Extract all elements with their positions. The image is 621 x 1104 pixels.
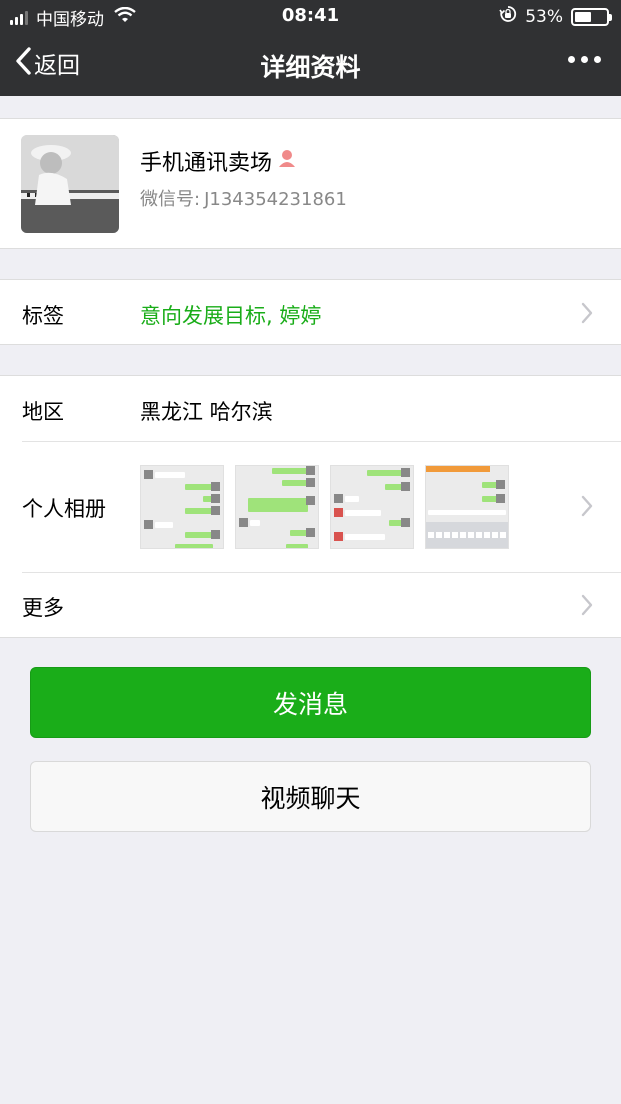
wechat-id-value: J134354231861 xyxy=(204,189,347,210)
chevron-right-icon xyxy=(581,594,593,620)
album-thumbnail[interactable] xyxy=(425,465,509,549)
more-label: 更多 xyxy=(22,596,64,620)
region-value: 黑龙江 哈尔滨 xyxy=(140,400,273,424)
back-label: 返回 xyxy=(34,53,80,79)
album-thumbnail[interactable] xyxy=(330,465,414,549)
female-icon xyxy=(276,147,298,175)
status-right: 53% xyxy=(499,5,612,28)
video-chat-button[interactable]: 视频聊天 xyxy=(30,761,591,832)
avatar[interactable] xyxy=(21,135,119,233)
info-section: 地区 黑龙江 哈尔滨 个人相册 更多 xyxy=(0,375,621,638)
more-dots-icon xyxy=(568,56,575,63)
chevron-right-icon xyxy=(581,495,593,521)
nav-bar: 返回 详细资料 xyxy=(0,32,621,96)
album-row[interactable]: 个人相册 xyxy=(0,441,621,572)
region-row: 地区 黑龙江 哈尔滨 xyxy=(0,376,621,441)
more-dot xyxy=(594,56,601,63)
back-button[interactable]: 返回 xyxy=(14,46,80,80)
tags-row[interactable]: 标签 意向发展目标, 婷婷 xyxy=(0,279,621,345)
more-row[interactable]: 更多 xyxy=(0,572,621,638)
wechat-id: 微信号: J134354231861 xyxy=(140,185,347,211)
chevron-right-icon xyxy=(581,302,593,328)
chevron-left-icon xyxy=(14,46,32,80)
send-message-button[interactable]: 发消息 xyxy=(30,667,591,738)
album-thumbnail[interactable] xyxy=(140,465,224,549)
album-label: 个人相册 xyxy=(22,497,106,521)
album-thumbnail[interactable] xyxy=(235,465,319,549)
nickname-text: 手机通讯卖场 xyxy=(140,151,273,176)
more-dot xyxy=(581,56,588,63)
battery-fill xyxy=(575,11,591,22)
tags-label: 标签 xyxy=(22,304,64,328)
album-thumbnails xyxy=(140,465,509,549)
region-label: 地区 xyxy=(22,400,64,424)
page-title: 详细资料 xyxy=(260,53,361,82)
nickname: 手机通讯卖场 xyxy=(140,145,298,177)
profile-card[interactable]: 手机通讯卖场 微信号: J134354231861 xyxy=(0,118,621,249)
rotation-lock-icon xyxy=(499,5,517,28)
wechat-id-label: 微信号: xyxy=(140,189,201,210)
battery-percent: 53% xyxy=(525,6,563,27)
status-bar: 中国移动 08:41 53% xyxy=(0,0,621,32)
battery-icon xyxy=(571,7,612,26)
more-options-button[interactable] xyxy=(564,52,605,67)
tags-value: 意向发展目标, 婷婷 xyxy=(140,304,322,328)
